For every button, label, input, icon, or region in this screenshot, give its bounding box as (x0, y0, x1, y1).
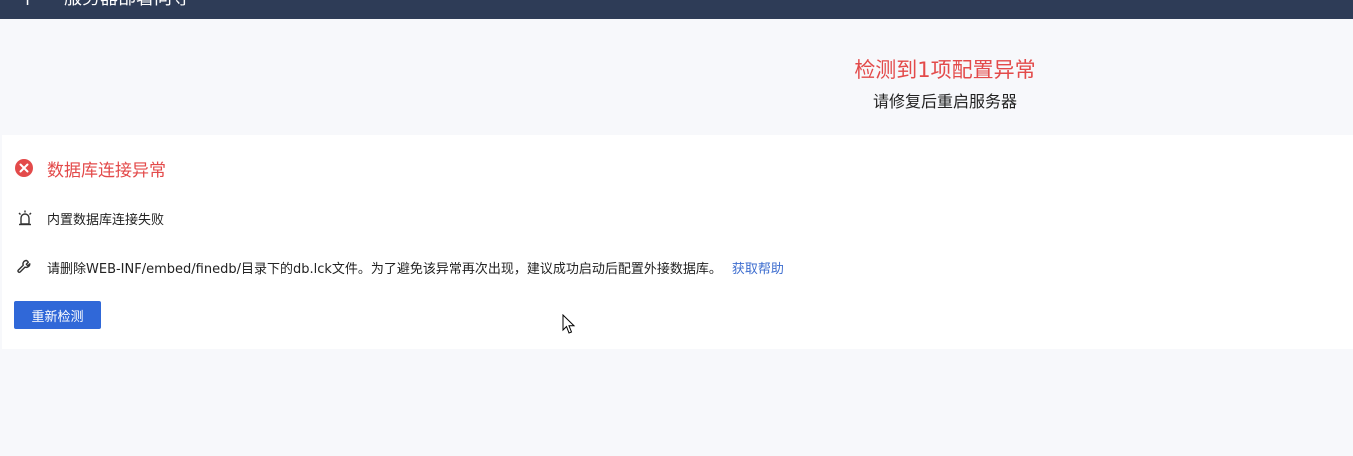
plus-icon[interactable]: + (20, 0, 35, 9)
issue-title-row: 数据库连接异常 (15, 157, 166, 181)
alarm-icon (15, 208, 35, 228)
top-bar: + 服务器部署向导 (0, 0, 1353, 19)
error-circle-icon (15, 159, 33, 177)
issue-detail: 内置数据库连接失败 (47, 212, 165, 228)
error-headline: 检测到1项配置异常 (854, 58, 1036, 82)
issue-fix-row: 请删除WEB-INF/embed/finedb/目录下的db.lck文件。为了避… (15, 257, 784, 277)
summary-section: 检测到1项配置异常 请修复后重启服务器 (0, 19, 1353, 135)
error-subtext: 请修复后重启服务器 (872, 92, 1017, 111)
wrench-icon (15, 257, 35, 277)
issue-fix-text: 请删除WEB-INF/embed/finedb/目录下的db.lck文件。为了避… (47, 261, 722, 277)
recheck-button[interactable]: 重新检测 (14, 301, 101, 329)
page-title: 服务器部署向导 (64, 0, 190, 8)
mouse-cursor-icon (562, 314, 576, 334)
help-link[interactable]: 获取帮助 (732, 258, 784, 277)
issue-panel: 数据库连接异常 内置数据库连接失败 请删除WEB-INF/embed/fined… (2, 135, 1353, 349)
issue-title: 数据库连接异常 (47, 160, 166, 181)
issue-detail-row: 内置数据库连接失败 (15, 208, 164, 228)
